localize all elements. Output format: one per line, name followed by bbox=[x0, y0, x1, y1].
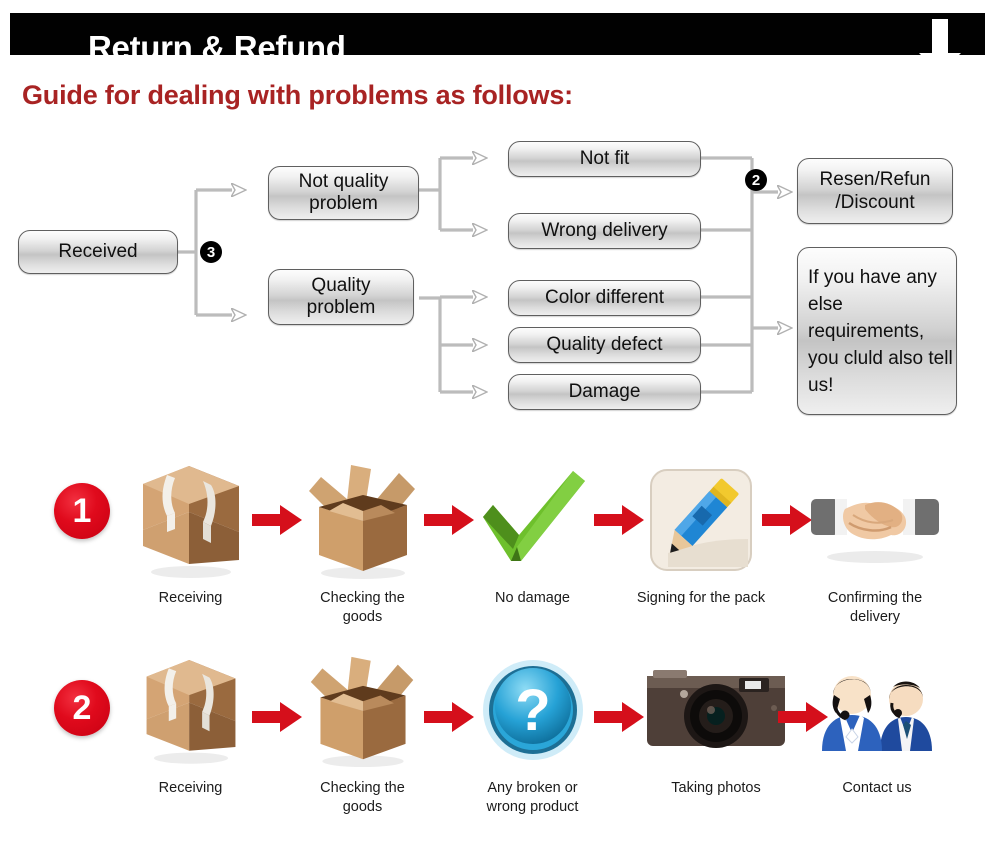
handshake-icon bbox=[805, 455, 945, 585]
flow-node-quality-defect-label: Quality defect bbox=[546, 334, 663, 355]
guide-heading: Guide for dealing with problems as follo… bbox=[22, 80, 573, 110]
step-badge-1: 1 bbox=[54, 483, 110, 539]
flow-node-not-quality-problem[interactable]: Not quality problem bbox=[268, 166, 419, 220]
step-cell-receiving-2[interactable]: Receiving bbox=[128, 645, 253, 798]
step-cell-receiving-1[interactable]: Receiving bbox=[128, 455, 253, 608]
step-caption: Contact us bbox=[842, 780, 912, 796]
flow-node-any-else-requirements-label: If you have any else requirements, you c… bbox=[808, 266, 953, 396]
step-row-2: 2 Receiving Checking the goods ? Any bro… bbox=[0, 625, 1000, 825]
step-caption: Receiving bbox=[158, 780, 223, 796]
flow-node-resend-refund-discount-label: Resen/Refun /Discount bbox=[819, 169, 931, 213]
step-caption: Taking photos bbox=[671, 780, 761, 796]
step-badge-2: 2 bbox=[54, 680, 110, 736]
flow-node-resend-refund-discount[interactable]: Resen/Refun /Discount bbox=[797, 158, 953, 224]
flow-node-any-else-requirements[interactable]: If you have any else requirements, you c… bbox=[797, 247, 957, 415]
flow-node-not-fit[interactable]: Not fit bbox=[508, 141, 701, 177]
red-right-arrow-icon bbox=[424, 503, 476, 537]
flow-marker-2: 2 bbox=[745, 169, 767, 191]
flow-node-color-different[interactable]: Color different bbox=[508, 280, 701, 316]
step-cell-checking-1[interactable]: Checking the goods bbox=[300, 455, 425, 627]
flow-node-quality-problem-label: Quality problem bbox=[306, 275, 376, 318]
flow-node-not-quality-problem-label: Not quality problem bbox=[298, 171, 389, 214]
step-cell-checking-2[interactable]: Checking the goods bbox=[300, 645, 425, 817]
step-row-1: 1 Receiving Checking the goods No damage… bbox=[0, 455, 1000, 640]
open-box-icon bbox=[300, 455, 425, 585]
step-cell-no-damage[interactable]: No damage bbox=[470, 455, 595, 608]
flow-node-received[interactable]: Received bbox=[18, 230, 178, 274]
flow-node-wrong-delivery[interactable]: Wrong delivery bbox=[508, 213, 701, 249]
red-right-arrow-icon bbox=[252, 700, 304, 734]
step-caption: Receiving bbox=[158, 590, 223, 606]
flow-node-color-different-label: Color different bbox=[545, 287, 664, 308]
red-right-arrow-icon bbox=[252, 503, 304, 537]
step-cell-taking-photos[interactable]: Taking photos bbox=[636, 645, 796, 798]
svg-text:?: ? bbox=[515, 678, 550, 743]
step-cell-any-broken[interactable]: ? Any broken or wrong product bbox=[470, 645, 595, 817]
flow-node-received-label: Received bbox=[58, 241, 138, 262]
step-caption: No damage bbox=[495, 590, 570, 606]
step-cell-signing[interactable]: Signing for the pack bbox=[636, 455, 766, 608]
flow-node-damage-label: Damage bbox=[568, 381, 641, 402]
step-caption: Checking the goods bbox=[320, 780, 405, 815]
step-caption: Signing for the pack bbox=[636, 590, 766, 606]
return-refund-page: Return & Refund Guide for dealing with p… bbox=[0, 0, 1000, 841]
flow-node-wrong-delivery-label: Wrong delivery bbox=[541, 220, 668, 241]
step-cell-confirming[interactable]: Confirming the delivery bbox=[805, 455, 945, 627]
flow-node-not-fit-label: Not fit bbox=[579, 148, 630, 169]
open-box-icon bbox=[300, 645, 425, 775]
blue-question-icon: ? bbox=[470, 645, 595, 775]
step-caption: Any broken or wrong product bbox=[486, 780, 579, 815]
page-title: Return & Refund bbox=[88, 29, 346, 66]
pencil-signing-icon bbox=[636, 455, 766, 585]
flow-marker-3: 3 bbox=[200, 241, 222, 263]
sealed-box-icon bbox=[128, 645, 253, 775]
support-agents-icon bbox=[812, 645, 942, 775]
green-check-icon bbox=[470, 455, 595, 585]
flow-node-damage[interactable]: Damage bbox=[508, 374, 701, 410]
sealed-box-icon bbox=[128, 455, 253, 585]
header-bar: Return & Refund bbox=[10, 13, 985, 74]
step-caption: Confirming the delivery bbox=[827, 590, 923, 625]
red-right-arrow-icon bbox=[424, 700, 476, 734]
down-arrow-icon bbox=[919, 19, 961, 74]
step-caption: Checking the goods bbox=[320, 590, 405, 625]
camera-icon bbox=[636, 645, 796, 775]
returns-flowchart: Received 3 Not quality problem Quality p… bbox=[0, 130, 1000, 430]
flow-node-quality-problem[interactable]: Quality problem bbox=[268, 269, 414, 325]
flow-node-quality-defect[interactable]: Quality defect bbox=[508, 327, 701, 363]
step-cell-contact-us[interactable]: Contact us bbox=[812, 645, 942, 798]
